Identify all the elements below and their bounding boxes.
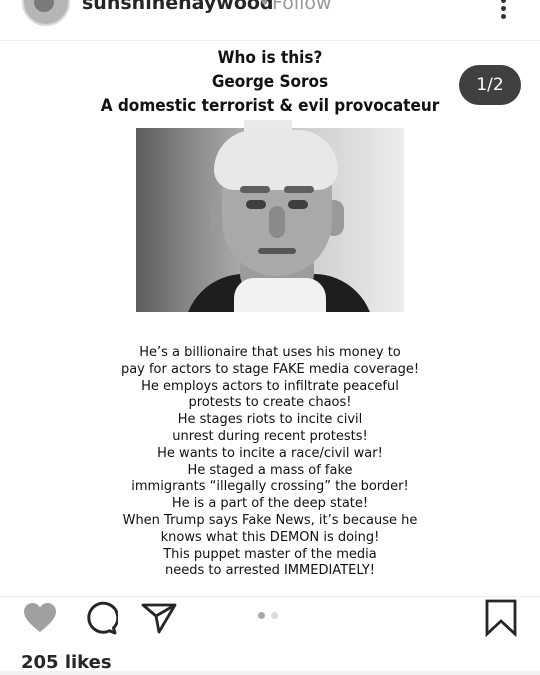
- carousel-indicator: [258, 612, 282, 620]
- share-icon[interactable]: [140, 601, 178, 635]
- headline-line-3: A domestic terrorist & evil provocateur: [100, 96, 440, 116]
- text-line: He’s a billionaire that uses his money t…: [139, 345, 401, 360]
- avatar[interactable]: [22, 0, 70, 26]
- text-line: He stages riots to incite civil: [177, 412, 363, 428]
- post-header: sunshinehaywood • Follow: [0, 0, 540, 40]
- tape-strip: [244, 120, 292, 132]
- more-options-icon[interactable]: [497, 0, 509, 20]
- username-link[interactable]: sunshinehaywood: [82, 0, 274, 14]
- heart-icon[interactable]: [22, 601, 58, 635]
- text-line: He staged a mass of fake: [187, 462, 353, 478]
- separator-dot: •: [259, 0, 271, 14]
- action-bar: [0, 597, 540, 637]
- headline-line-1: Who is this?: [217, 48, 323, 68]
- text-line: protests to create chaos!: [188, 395, 352, 411]
- follow-button[interactable]: Follow: [272, 0, 332, 14]
- bookmark-icon[interactable]: [484, 599, 518, 637]
- text-line: He is a part of the deep state!: [171, 496, 369, 512]
- text-line: unrest during recent protests!: [172, 428, 368, 444]
- text-line: knows what this DEMON is doing!: [160, 529, 380, 545]
- text-line: pay for actors to stage FAKE media cover…: [120, 361, 420, 377]
- bottom-strip: [0, 671, 540, 675]
- portrait-photo: [136, 128, 404, 312]
- post-image[interactable]: Who is this? George Soros A domestic ter…: [0, 41, 540, 596]
- carousel-dot-active: [258, 612, 265, 619]
- text-line: When Trump says Fake News, it’s because …: [122, 512, 418, 528]
- carousel-counter: 1/2: [459, 65, 521, 105]
- text-line: He wants to incite a race/civil war!: [157, 445, 383, 461]
- text-line: needs to arrested IMMEDIATELY!: [165, 563, 375, 579]
- comment-icon[interactable]: [82, 601, 118, 635]
- likes-count[interactable]: 205 likes: [21, 652, 112, 673]
- post-caption-text: He’s a billionaire that uses his money t…: [0, 345, 540, 580]
- text-line: This puppet master of the media: [163, 546, 377, 562]
- carousel-dot: [271, 612, 278, 619]
- text-line: He employs actors to infiltrate peaceful: [141, 378, 399, 394]
- text-line: immigrants “illegally crossing” the bord…: [131, 479, 409, 495]
